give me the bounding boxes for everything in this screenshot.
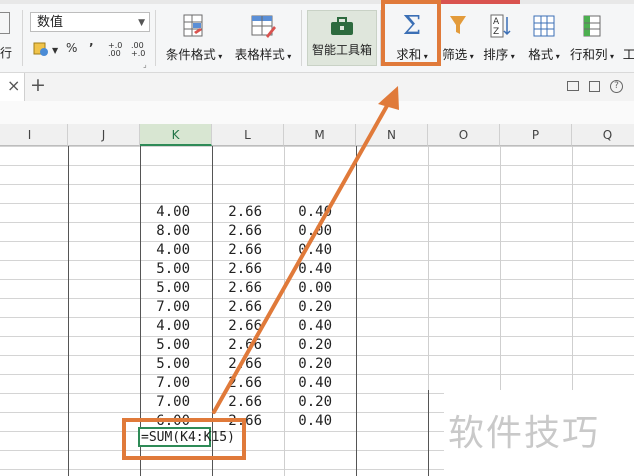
watermark: 软件技巧: [448, 413, 601, 454]
